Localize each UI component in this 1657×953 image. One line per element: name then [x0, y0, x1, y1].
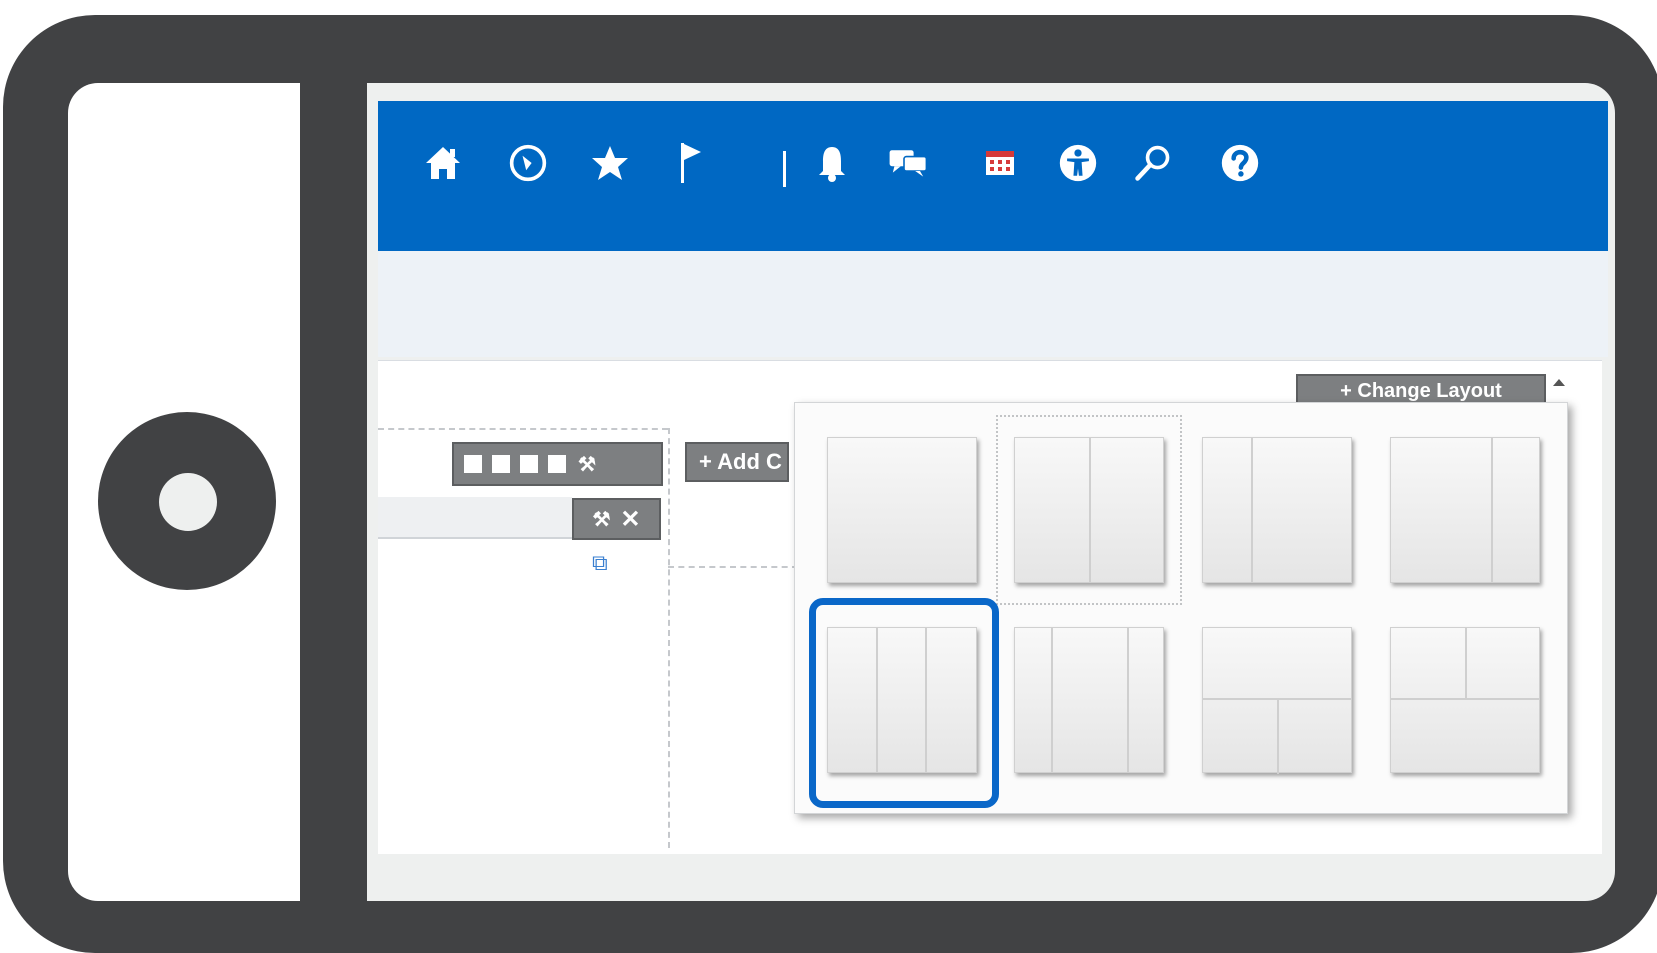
toolbar-separator — [783, 151, 786, 187]
layout-option-header-two-columns[interactable] — [1202, 627, 1352, 774]
layout-option-two-columns-footer[interactable] — [1390, 627, 1540, 773]
dropzone-border — [378, 428, 668, 430]
dropzone-border — [668, 428, 670, 848]
close-icon[interactable]: ✕ — [620, 505, 640, 534]
home-icon[interactable] — [423, 141, 463, 185]
home-button-center — [159, 473, 217, 531]
help-icon[interactable] — [1220, 141, 1260, 185]
layout-option-one-column[interactable] — [827, 437, 977, 583]
layout-option-two-columns-narrow-left[interactable] — [1202, 437, 1352, 583]
layout-columns-icon[interactable] — [520, 455, 538, 473]
widget-header — [378, 497, 572, 539]
layout-option-two-columns-equal[interactable] — [1014, 437, 1164, 583]
layout-option-three-columns-wide-center[interactable] — [1014, 627, 1164, 773]
star-icon[interactable] — [590, 141, 630, 185]
clock-icon[interactable] — [508, 141, 548, 185]
selection-highlight — [809, 598, 999, 808]
chat-icon[interactable] — [888, 141, 928, 185]
wrench-icon[interactable]: ⚒ — [578, 452, 596, 477]
layout-single-icon[interactable] — [464, 455, 482, 473]
wrench-icon[interactable]: ⚒ — [592, 507, 610, 532]
layout-side-icon[interactable] — [548, 455, 566, 473]
layout-option-two-columns-narrow-right[interactable] — [1390, 437, 1540, 583]
widget-content-icon[interactable]: ⧉ — [592, 550, 622, 580]
sub-header-bar — [378, 251, 1608, 357]
bell-icon[interactable] — [812, 141, 852, 185]
layout-split-icon[interactable] — [492, 455, 510, 473]
flag-icon[interactable] — [670, 141, 710, 185]
add-content-button[interactable]: + Add C — [685, 442, 789, 482]
search-icon[interactable] — [1133, 141, 1173, 185]
calendar-icon[interactable] — [980, 141, 1020, 185]
widget-controls: ⚒ ✕ — [572, 498, 661, 540]
dropzone-border — [668, 566, 798, 568]
top-navigation-bar — [378, 101, 1608, 251]
column-layout-toolbar[interactable]: ⚒ — [452, 442, 663, 486]
accessibility-icon[interactable] — [1058, 141, 1098, 185]
